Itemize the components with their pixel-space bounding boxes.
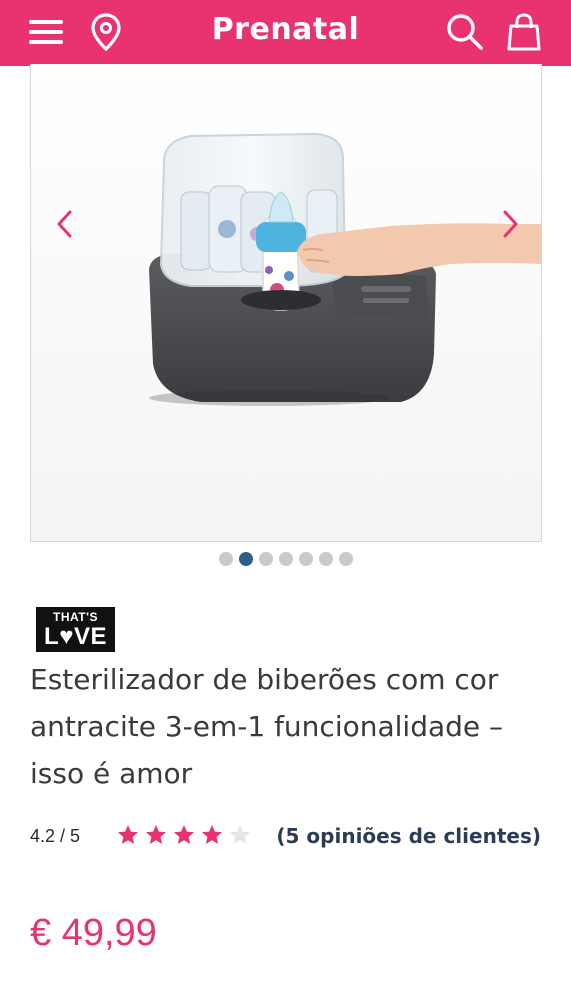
- gallery-prev-arrow-icon[interactable]: [49, 204, 79, 244]
- gallery-dot[interactable]: [338, 552, 353, 566]
- reviews-link[interactable]: (5 opiniões de clientes): [276, 824, 541, 848]
- rating-stars[interactable]: [116, 823, 252, 847]
- gallery-dot[interactable]: [298, 552, 313, 566]
- product-photo: [31, 64, 541, 541]
- product-image-gallery[interactable]: [30, 64, 542, 542]
- gallery-dot-active[interactable]: [238, 552, 253, 566]
- brand-line1: THAT'S: [53, 610, 98, 624]
- star-filled-icon: [174, 825, 194, 844]
- gallery-dot[interactable]: [258, 552, 273, 566]
- star-filled-icon: [202, 825, 222, 844]
- heart-icon: ♥: [59, 623, 74, 650]
- brand-line2: L♥VE: [44, 623, 107, 650]
- product-price: € 49,99: [30, 912, 157, 954]
- search-icon[interactable]: [442, 10, 488, 54]
- product-title: Esterilizador de biberões com cor antrac…: [30, 663, 504, 790]
- star-filled-icon: [146, 825, 166, 844]
- top-header: Prenatal: [0, 0, 571, 66]
- gallery-next-arrow-icon[interactable]: [496, 204, 526, 244]
- gallery-dot[interactable]: [278, 552, 293, 566]
- brand-logo[interactable]: THAT'S L♥VE: [36, 607, 115, 652]
- gallery-dot[interactable]: [318, 552, 333, 566]
- rating-value: 4.2 / 5: [30, 826, 81, 846]
- shopping-bag-icon[interactable]: [502, 10, 546, 54]
- star-empty-icon: [230, 825, 250, 844]
- gallery-dot[interactable]: [218, 552, 233, 566]
- star-filled-icon: [118, 825, 138, 844]
- gallery-pagination: [0, 552, 571, 566]
